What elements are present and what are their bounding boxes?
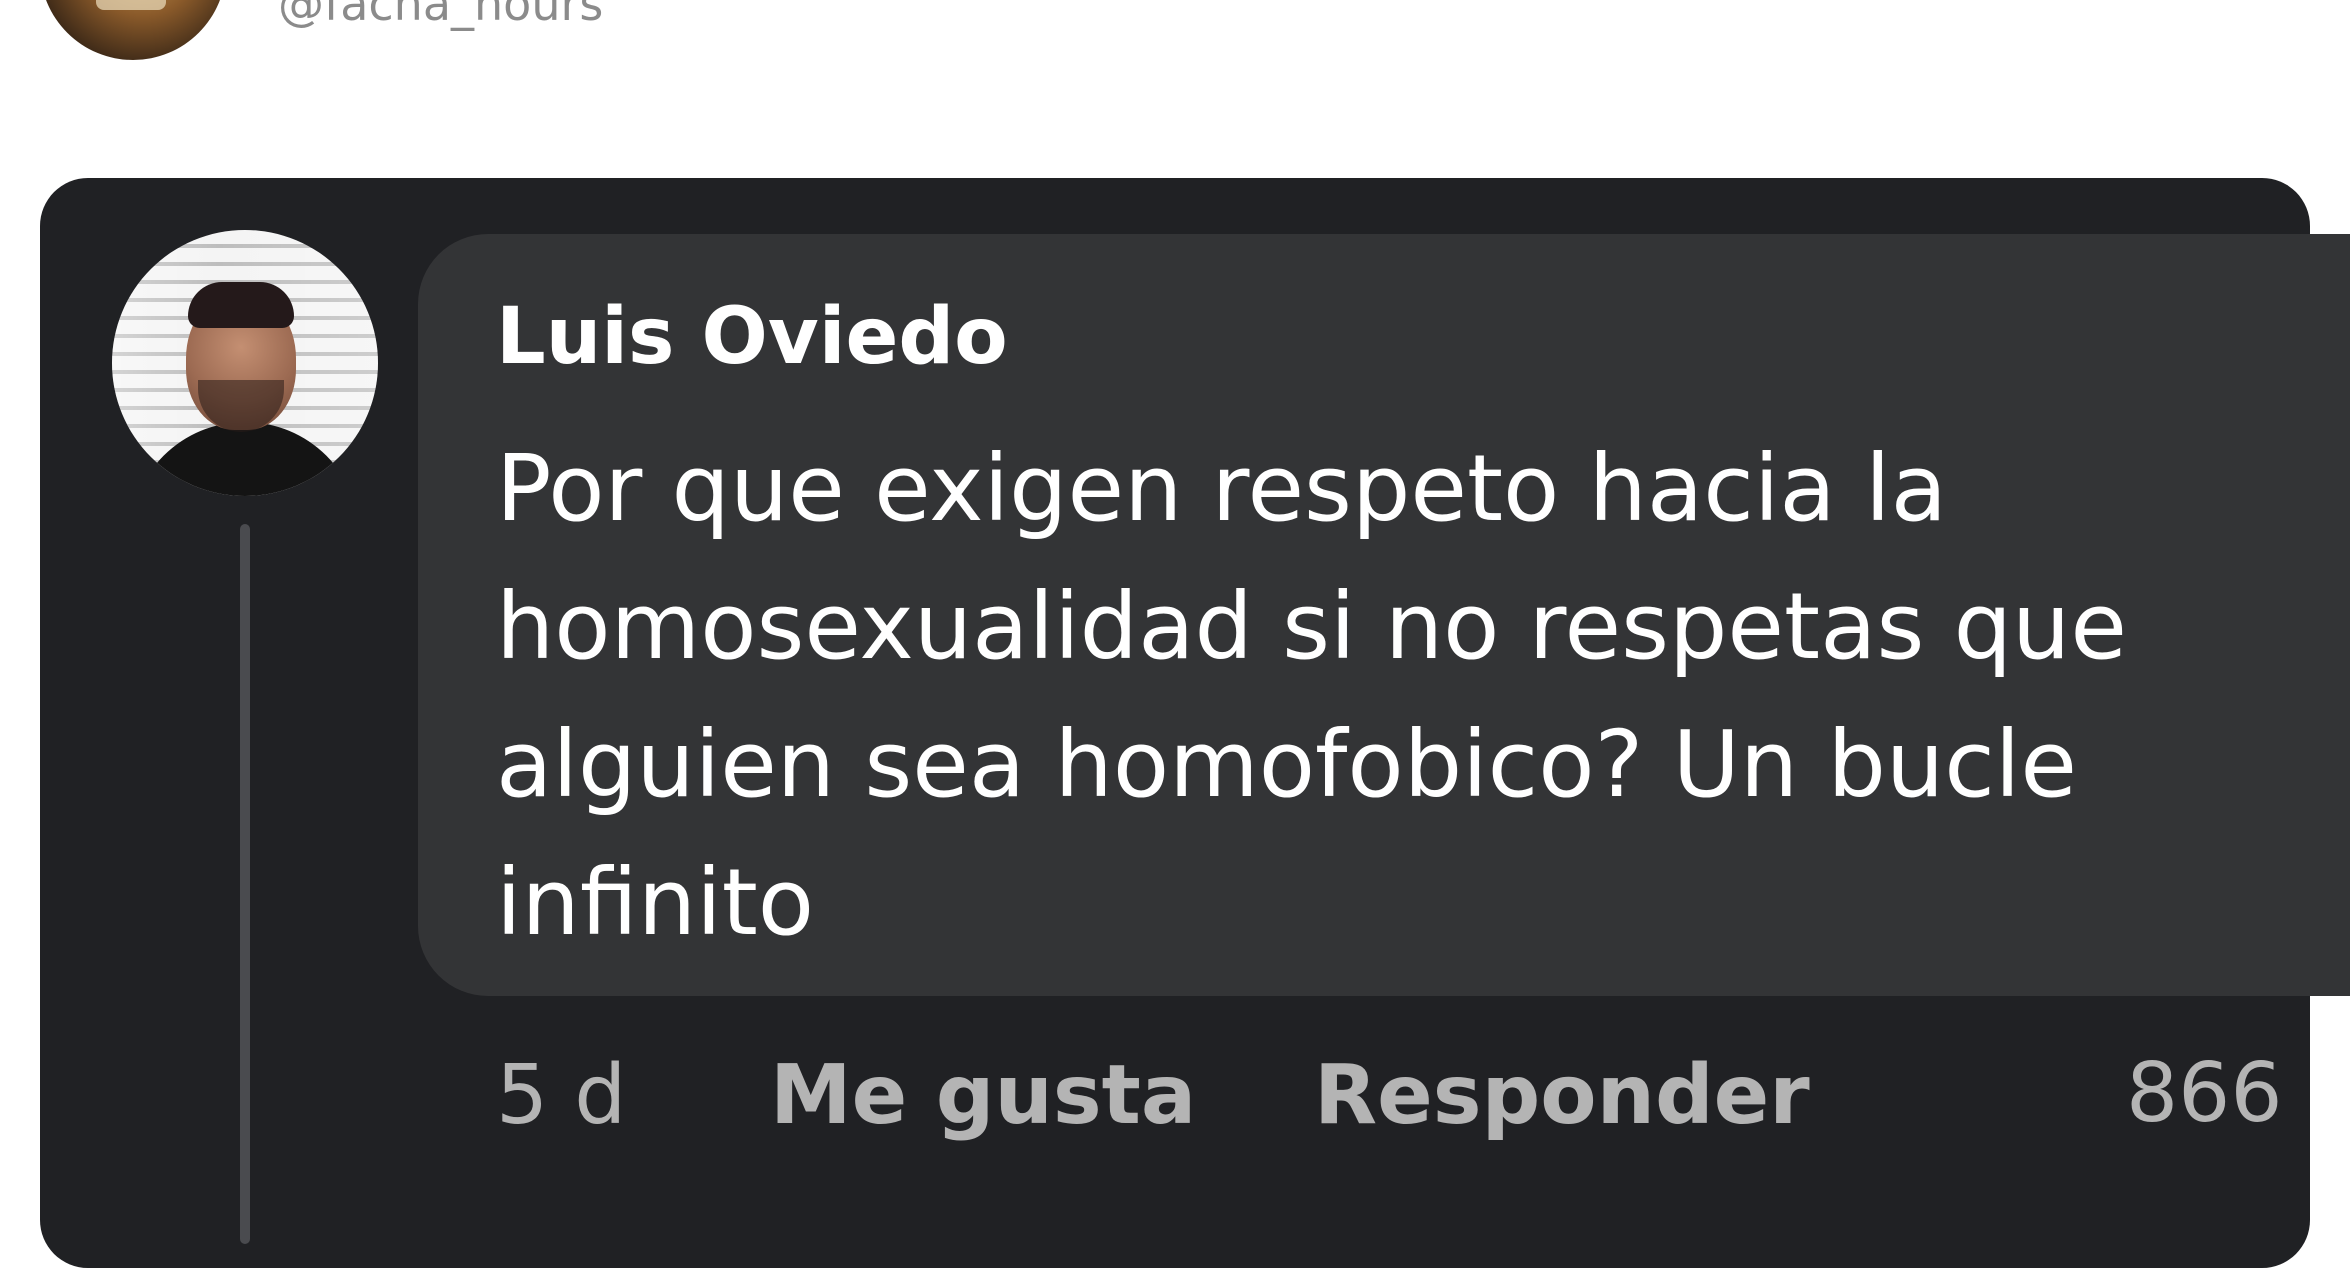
avatar-hair — [188, 282, 294, 328]
poster-avatar[interactable] — [40, 0, 226, 60]
likes-count[interactable]: 866 — [2126, 1046, 2283, 1142]
comment-text-line: alguien sea homofobico? Un bucle — [496, 711, 2077, 818]
comment-text-line: homosexualidad si no respetas que — [496, 573, 2127, 680]
comment-text: Por que exigen respeto hacia la homosexu… — [496, 420, 2296, 972]
thread-line — [240, 524, 250, 1244]
like-button[interactable]: Me gusta — [770, 1048, 1196, 1144]
poster-avatar-image — [96, 0, 166, 10]
comment-timestamp[interactable]: 5 d — [496, 1048, 626, 1144]
commenter-avatar[interactable] — [112, 230, 378, 496]
comment-text-line: Por que exigen respeto hacia la — [496, 435, 1947, 542]
comment-text-line: infinito — [496, 849, 815, 956]
poster-handle[interactable]: @facha_hours — [278, 0, 603, 30]
comment-author[interactable]: Luis Oviedo — [496, 290, 1008, 384]
reply-button[interactable]: Responder — [1314, 1048, 1810, 1144]
